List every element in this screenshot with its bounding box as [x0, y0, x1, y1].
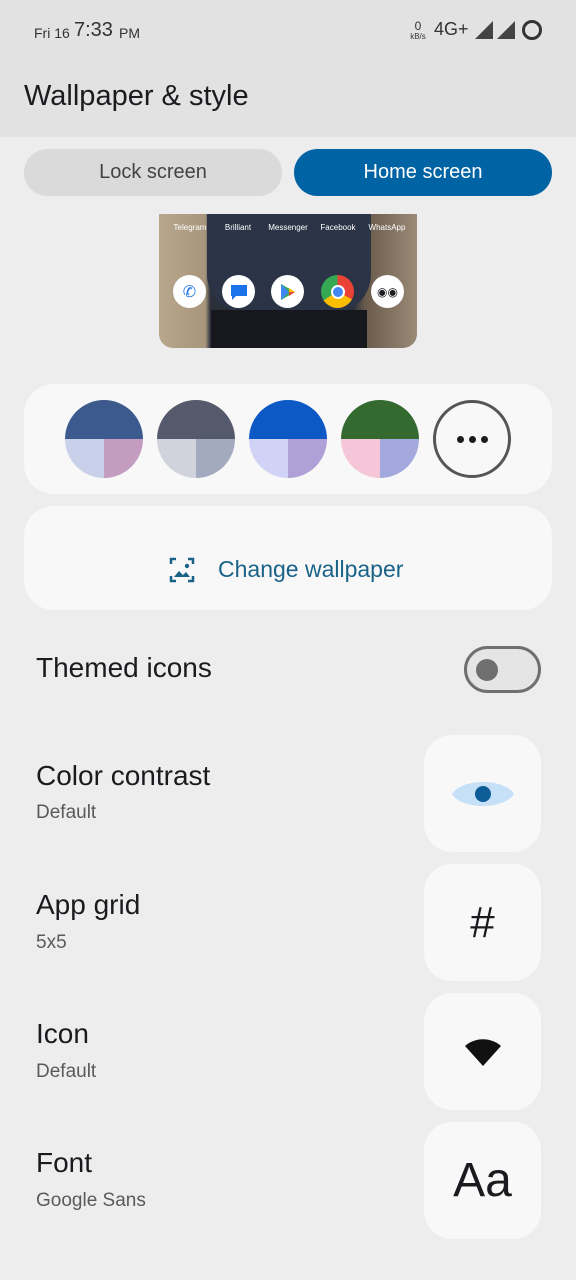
eye-icon: [451, 781, 514, 806]
app-grid-value: 5x5: [36, 932, 67, 953]
play-store-icon: [271, 275, 304, 308]
battery-icon: [522, 20, 542, 40]
preview-app-label: Facebook: [320, 223, 356, 232]
palette-option-2[interactable]: [157, 400, 235, 478]
palette-bottom-left: [249, 439, 288, 478]
messages-icon: [222, 275, 255, 308]
palette-bottom-left: [65, 439, 104, 478]
wifi-icon: [464, 1038, 501, 1066]
wallpaper-icon: [169, 557, 195, 583]
app-grid-tile[interactable]: #: [424, 864, 541, 981]
preview-app-label: Messenger: [268, 223, 308, 232]
preview-app-label: Brilliant: [224, 223, 252, 232]
font-tile[interactable]: Aa: [424, 1122, 541, 1239]
tab-home-screen[interactable]: Home screen: [294, 149, 552, 196]
page-title: Wallpaper & style: [24, 80, 249, 112]
palette-bottom-left: [341, 439, 380, 478]
themed-icons-toggle[interactable]: [464, 646, 541, 693]
palette-top: [249, 400, 327, 439]
network-speed: 0 kB/s: [406, 20, 430, 41]
color-contrast-value: Default: [36, 802, 97, 823]
palette-option-4[interactable]: [341, 400, 419, 478]
palette-bottom-left: [157, 439, 196, 478]
phone-icon: ✆: [173, 275, 206, 308]
hash-icon: #: [470, 897, 495, 947]
preview-wallpaper-pants: [211, 310, 367, 348]
palette-top: [341, 400, 419, 439]
app-grid-title[interactable]: App grid: [36, 889, 140, 921]
camera-app-icon: ◉◉: [371, 275, 404, 308]
icon-value: Default: [36, 1061, 97, 1082]
home-screen-preview[interactable]: Telegram Brilliant Messenger Facebook Wh…: [159, 214, 417, 348]
status-ampm: PM: [119, 25, 140, 41]
palette-bottom-right: [380, 439, 419, 478]
more-dot: [456, 435, 464, 443]
tab-lock-screen[interactable]: Lock screen: [24, 149, 282, 196]
change-wallpaper-label[interactable]: Change wallpaper: [218, 556, 403, 583]
status-time: 7:33: [74, 19, 113, 41]
signal-icon: [475, 21, 493, 39]
palette-bottom-right: [104, 439, 143, 478]
font-icon: Aa: [453, 1154, 512, 1207]
signal-icon: [497, 21, 515, 39]
palette-bottom-right: [288, 439, 327, 478]
network-type: 4G+: [434, 19, 469, 39]
palette-bottom-right: [196, 439, 235, 478]
palette-top: [65, 400, 143, 439]
icon-tile[interactable]: [424, 993, 541, 1110]
color-contrast-title[interactable]: Color contrast: [36, 760, 210, 792]
network-speed-unit: kB/s: [410, 32, 426, 41]
icon-title[interactable]: Icon: [36, 1018, 89, 1050]
more-dot: [480, 435, 488, 443]
font-title[interactable]: Font: [36, 1147, 92, 1179]
more-colors-button[interactable]: [433, 400, 511, 478]
themed-icons-label: Themed icons: [36, 652, 212, 683]
network-speed-value: 0: [414, 19, 422, 33]
more-dot: [468, 435, 476, 443]
preview-app-label: Telegram: [173, 223, 207, 232]
status-date: Fri 16: [34, 25, 70, 41]
chrome-icon: [321, 275, 354, 308]
palette-option-3[interactable]: [249, 400, 327, 478]
font-value: Google Sans: [36, 1190, 146, 1211]
color-contrast-tile[interactable]: [424, 735, 541, 852]
palette-top: [157, 400, 235, 439]
status-bar: Fri 16 7:33 PM 0 kB/s 4G+: [0, 0, 576, 60]
palette-option-1[interactable]: [65, 400, 143, 478]
preview-app-label: WhatsApp: [368, 223, 406, 232]
toggle-knob: [476, 659, 498, 681]
